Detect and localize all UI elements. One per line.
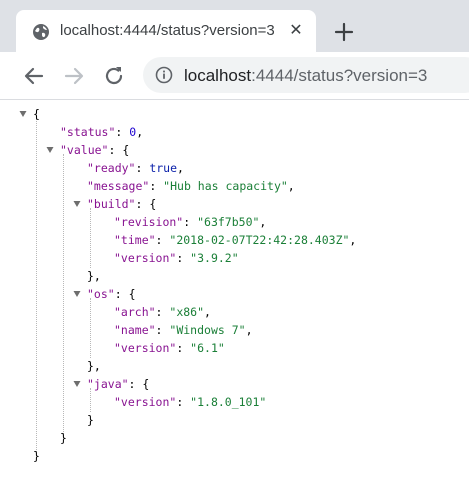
- json-colon: :: [135, 197, 150, 211]
- json-key: "arch": [114, 305, 156, 319]
- json-key: "ready": [87, 161, 136, 175]
- json-value: "Hub has capacity": [163, 179, 288, 193]
- json-brace: }: [33, 449, 40, 463]
- json-viewer: {"status": 0, "value": {"ready": true, "me…: [0, 100, 469, 501]
- json-brace: }: [60, 431, 67, 445]
- json-brace: },: [87, 269, 101, 283]
- indent-guide: [90, 208, 91, 268]
- browser-toolbar: localhost:4444/status?version=3: [0, 52, 469, 100]
- json-key: "revision": [114, 215, 184, 229]
- json-line: "message": "Hub has capacity",: [87, 177, 295, 195]
- json-line: "time": "2018-02-07T22:42:28.403Z",: [114, 231, 356, 249]
- json-colon: :: [155, 233, 170, 247]
- json-colon: :: [176, 341, 191, 355]
- json-key: "version": [114, 341, 177, 355]
- tab-title: localhost:4444/status?version=3: [60, 22, 275, 39]
- json-colon: :: [114, 287, 129, 301]
- json-brace: {: [128, 287, 136, 301]
- back-arrow-icon[interactable]: [22, 64, 46, 88]
- forward-arrow-icon[interactable]: [62, 64, 86, 88]
- json-value: "63f7b50": [197, 215, 260, 229]
- json-line: "build": {: [87, 195, 156, 213]
- address-bar[interactable]: localhost:4444/status?version=3: [143, 57, 469, 93]
- json-key: "status": [60, 125, 116, 139]
- indent-guide: [36, 118, 37, 456]
- json-value: "6.1": [190, 341, 225, 355]
- reload-icon[interactable]: [102, 64, 126, 88]
- json-value: "3.9.2": [190, 251, 239, 265]
- json-line: },: [87, 267, 101, 285]
- json-line: }: [33, 447, 40, 465]
- collapse-triangle-icon[interactable]: [19, 110, 27, 118]
- browser-tab[interactable]: localhost:4444/status?version=3 ✕: [16, 10, 316, 52]
- collapse-triangle-icon[interactable]: [73, 290, 81, 298]
- json-colon: :: [135, 161, 150, 175]
- json-key: "java": [87, 377, 129, 391]
- json-value: "Windows 7": [169, 323, 246, 337]
- new-tab-icon[interactable]: [330, 18, 358, 46]
- json-comma: ,: [177, 161, 184, 175]
- json-key: "os": [87, 287, 115, 301]
- json-line: "revision": "63f7b50",: [114, 213, 266, 231]
- json-line: }: [87, 411, 94, 429]
- json-comma: ,: [136, 125, 144, 139]
- json-comma: ,: [287, 179, 295, 193]
- url-path: :4444/status?version=3: [251, 66, 428, 85]
- json-value: "2018-02-07T22:42:28.403Z": [169, 233, 350, 247]
- json-line: {: [33, 105, 40, 123]
- indent-guide: [90, 298, 91, 358]
- json-line: "version": "3.9.2": [114, 249, 239, 267]
- info-icon[interactable]: [155, 66, 173, 84]
- json-line: "arch": "x86",: [114, 303, 211, 321]
- close-icon[interactable]: ✕: [288, 22, 304, 40]
- json-colon: :: [176, 395, 191, 409]
- indent-guide: [63, 154, 64, 438]
- json-line: "ready": true,: [87, 159, 184, 177]
- json-line: "value": {: [60, 141, 129, 159]
- json-key: "build": [87, 197, 136, 211]
- json-value: "x86": [169, 305, 205, 319]
- json-brace: {: [33, 107, 40, 121]
- json-line: }: [60, 429, 67, 447]
- collapse-triangle-icon[interactable]: [73, 380, 81, 388]
- url-host: localhost: [184, 66, 252, 85]
- json-comma: ,: [204, 305, 211, 319]
- json-value: "1.8.0_101": [190, 395, 267, 409]
- json-colon: :: [128, 377, 143, 391]
- globe-icon: [33, 24, 49, 40]
- json-brace: {: [122, 143, 130, 157]
- json-colon: :: [108, 143, 123, 157]
- json-colon: :: [176, 251, 191, 265]
- json-colon: :: [155, 323, 170, 337]
- json-line: "version": "6.1": [114, 339, 225, 357]
- json-comma: ,: [245, 323, 253, 337]
- json-line: "status": 0,: [60, 123, 143, 141]
- json-line: "name": "Windows 7",: [114, 321, 253, 339]
- json-key: "version": [114, 395, 177, 409]
- json-colon: :: [183, 215, 198, 229]
- json-brace: }: [87, 413, 94, 427]
- json-value: true: [149, 161, 178, 175]
- collapse-triangle-icon[interactable]: [73, 200, 81, 208]
- json-brace: },: [87, 359, 101, 373]
- json-key: "version": [114, 251, 177, 265]
- json-comma: ,: [349, 233, 357, 247]
- json-key: "time": [114, 233, 156, 247]
- json-colon: :: [115, 125, 130, 139]
- json-brace: {: [149, 197, 157, 211]
- json-line: "os": {: [87, 285, 136, 303]
- json-brace: {: [142, 377, 150, 391]
- json-comma: ,: [259, 215, 267, 229]
- json-key: "name": [114, 323, 156, 337]
- json-colon: :: [149, 179, 164, 193]
- json-key: "message": [87, 179, 150, 193]
- json-key: "value": [60, 143, 109, 157]
- json-colon: :: [155, 305, 170, 319]
- json-line: },: [87, 357, 101, 375]
- tab-strip: localhost:4444/status?version=3 ✕: [0, 0, 469, 52]
- collapse-triangle-icon[interactable]: [46, 146, 54, 154]
- json-line: "version": "1.8.0_101": [114, 393, 266, 411]
- json-line: "java": {: [87, 375, 149, 393]
- url-text[interactable]: localhost:4444/status?version=3: [184, 66, 427, 86]
